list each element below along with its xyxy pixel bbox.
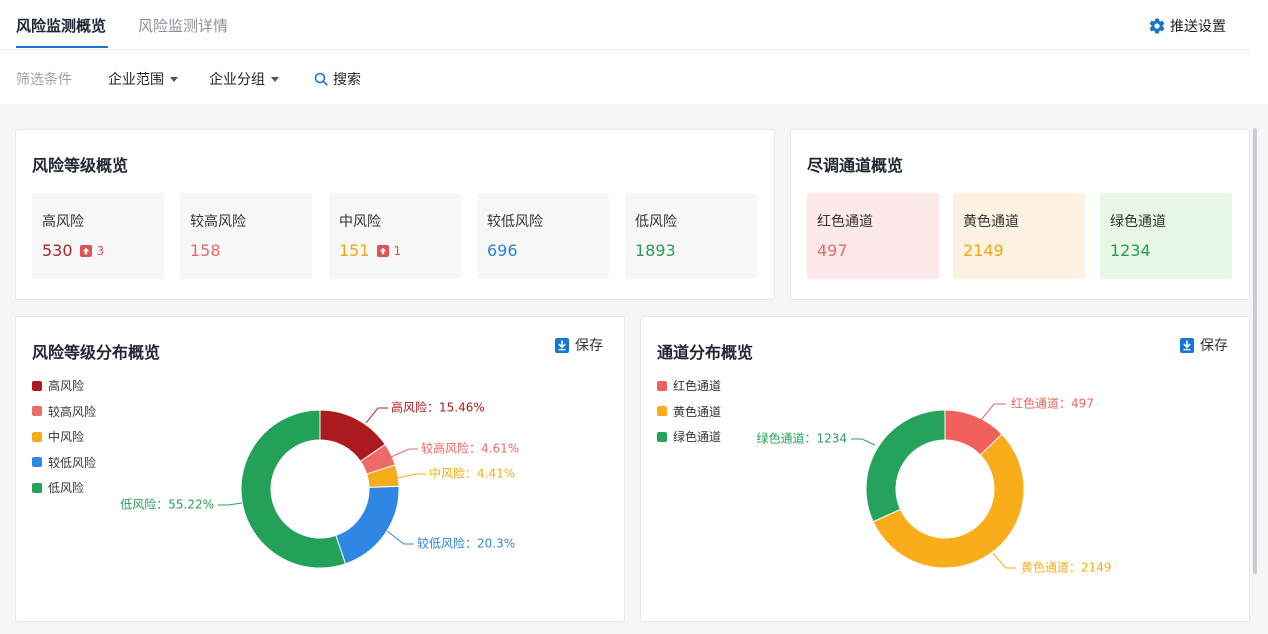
label-leader-line [386, 530, 414, 545]
gear-icon [1149, 18, 1165, 34]
risk-stat-label: 较低风险 [487, 214, 543, 230]
risk-stat-label: 高风险 [42, 214, 84, 230]
risk-stat-label: 较高风险 [190, 214, 246, 230]
increase-count: 3 [96, 243, 105, 258]
tab-risk-overview[interactable]: 风险监测概览 [16, 16, 106, 36]
channel-stat-value: 1234 [1110, 241, 1151, 260]
tab-risk-detail[interactable]: 风险监测详情 [138, 16, 228, 36]
risk-stat-value: 696 [487, 241, 518, 260]
push-settings-label: 推送设置 [1170, 19, 1226, 35]
search-button[interactable]: 搜索 [314, 69, 361, 89]
label-leader-line [992, 552, 1016, 569]
active-tab-indicator [16, 46, 108, 48]
search-icon [314, 72, 328, 86]
donut-slice[interactable] [865, 409, 946, 523]
channel-distribution-card: 通道分布概览 保存 红色通道 黄色通道 绿色通道 红色通道：497 黄色通道：2149… [640, 316, 1250, 622]
arrow-up-icon [376, 244, 389, 257]
caret-down-icon [271, 76, 279, 82]
risk-overview-title: 风险等级概览 [32, 156, 129, 175]
risk-stat-value: 1893 [635, 241, 676, 260]
risk-stat-value-row: 530 3 [42, 241, 104, 260]
channel-stat-value: 2149 [963, 241, 1004, 260]
increase-count: 1 [393, 243, 402, 258]
top-bar: 风险监测概览 风险监测详情 推送设置 筛选条件 企业范围 企业分组 搜索 [0, 0, 1268, 104]
risk-stat-value: 151 [339, 241, 370, 260]
channel-stat-label: 绿色通道 [1110, 214, 1166, 230]
enterprise-scope-dropdown[interactable]: 企业范围 [108, 69, 178, 89]
enterprise-group-dropdown[interactable]: 企业分组 [209, 69, 279, 89]
scrollbar[interactable] [1253, 128, 1257, 574]
risk-stat-value-row: 158 [190, 241, 221, 260]
risk-stat-card[interactable]: 高风险 530 3 [32, 193, 164, 279]
filter-label: 筛选条件 [16, 72, 72, 88]
increase-indicator: 1 [376, 243, 402, 258]
risk-stat-card[interactable]: 中风险 151 1 [329, 193, 461, 279]
filter-bar: 筛选条件 企业范围 企业分组 搜索 [0, 50, 1268, 104]
enterprise-scope-label: 企业范围 [108, 72, 164, 88]
channel-overview-card: 尽调通道概览 红色通道 497 黄色通道 2149 绿色通道 1234 [790, 129, 1250, 300]
risk-stat-label: 低风险 [635, 214, 677, 230]
channel-stat-value: 497 [817, 241, 848, 260]
donut-slice[interactable] [335, 485, 400, 565]
data-label: 低风险：55.22% [120, 497, 214, 512]
data-label: 较高风险：4.61% [421, 441, 519, 456]
data-label: 黄色通道：2149 [1021, 561, 1112, 575]
label-leader-line [365, 407, 388, 424]
enterprise-group-label: 企业分组 [209, 72, 265, 88]
data-label: 较低风险：20.3% [417, 536, 515, 551]
risk-stat-value-row: 1893 [635, 241, 676, 260]
push-settings-button[interactable]: 推送设置 [1148, 16, 1226, 36]
risk-stat-card[interactable]: 低风险 1893 [625, 193, 757, 279]
label-leader-line [980, 403, 1006, 421]
channel-overview-title: 尽调通道概览 [807, 156, 904, 175]
data-label: 中风险：4.41% [429, 466, 515, 481]
label-leader-line [390, 448, 418, 458]
label-leader-line [218, 502, 243, 506]
channel-stat-card[interactable]: 红色通道 497 [807, 193, 939, 279]
caret-down-icon [170, 76, 178, 82]
increase-indicator: 3 [79, 243, 105, 258]
label-leader-line [396, 473, 426, 479]
data-label: 高风险：15.46% [391, 400, 485, 415]
data-label: 绿色通道：1234 [756, 431, 847, 446]
risk-stat-value-row: 151 1 [339, 241, 401, 260]
risk-stat-value: 530 [42, 241, 73, 260]
risk-stat-card[interactable]: 较低风险 696 [477, 193, 609, 279]
risk-stat-label: 中风险 [339, 214, 381, 230]
search-label: 搜索 [333, 72, 361, 88]
channel-stat-card[interactable]: 绿色通道 1234 [1100, 193, 1232, 279]
risk-stat-value: 158 [190, 241, 221, 260]
label-leader-line [851, 438, 876, 446]
risk-overview-card: 风险等级概览 高风险 530 3 较高风险 158 中风险 151 1 较低风险 696 低风险 18… [15, 129, 775, 300]
channel-donut-chart: 红色通道：497 黄色通道：2149 绿色通道：1234 [756, 396, 1112, 575]
arrow-up-icon [79, 244, 92, 257]
risk-donut-chart: 高风险：15.46% 较高风险：4.61% 中风险：4.41% 较低风险：20.3% 低… [120, 400, 519, 569]
channel-stat-label: 黄色通道 [963, 214, 1019, 230]
tab-bar: 风险监测概览 风险监测详情 推送设置 [0, 0, 1250, 50]
channel-stat-label: 红色通道 [817, 214, 873, 230]
channel-stat-card[interactable]: 黄色通道 2149 [953, 193, 1085, 279]
risk-stat-card[interactable]: 较高风险 158 [180, 193, 312, 279]
risk-stat-value-row: 696 [487, 241, 518, 260]
risk-distribution-card: 风险等级分布概览 保存 高风险 较高风险 中风险 较低风险 低风险 高风险：15.46%… [15, 316, 625, 622]
data-label: 红色通道：497 [1011, 396, 1094, 411]
